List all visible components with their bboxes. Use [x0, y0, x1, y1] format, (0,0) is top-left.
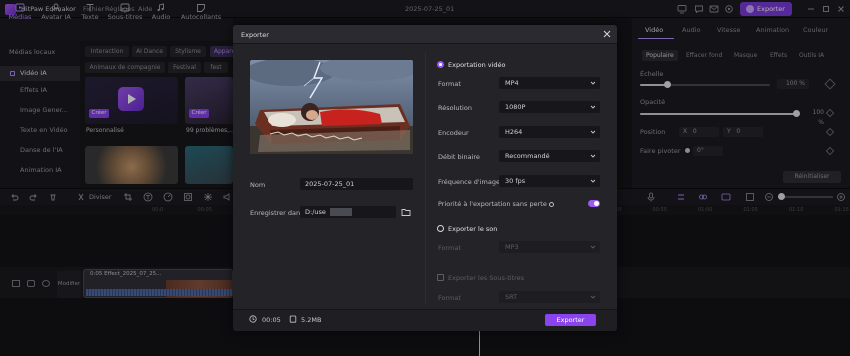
- export-button[interactable]: Exporter: [545, 314, 596, 326]
- video-export-title[interactable]: Exportation vidéo: [448, 61, 506, 69]
- chevron-down-icon: [590, 129, 596, 135]
- encoder-select[interactable]: H264: [499, 126, 600, 138]
- subs-format-select[interactable]: SRT: [499, 291, 600, 303]
- lossless-text: Priorité à l'exportation sans perte: [438, 200, 547, 208]
- chevron-down-icon: [590, 104, 596, 110]
- audio-export-title[interactable]: Exporter le son: [448, 225, 497, 233]
- dialog-close-icon[interactable]: [602, 29, 612, 39]
- framerate-label: Fréquence d'image: [438, 178, 500, 186]
- bitrate-select[interactable]: Recommandé: [499, 150, 600, 162]
- resolution-value: 1080P: [505, 103, 526, 111]
- chevron-down-icon: [590, 244, 596, 250]
- resolution-select[interactable]: 1080P: [499, 101, 600, 113]
- file-size-icon: [289, 315, 297, 323]
- name-label: Nom: [250, 181, 266, 189]
- audio-format-value: MP3: [505, 243, 519, 251]
- dialog-header: [233, 25, 617, 44]
- chevron-down-icon: [590, 80, 596, 86]
- info-icon[interactable]: [548, 201, 554, 207]
- export-file-size: 5.2MB: [301, 316, 322, 324]
- audio-export-radio[interactable]: [437, 225, 444, 232]
- blurred-path: [329, 208, 352, 216]
- chevron-down-icon: [590, 178, 596, 184]
- chevron-down-icon: [590, 153, 596, 159]
- subs-format-label: Format: [438, 294, 461, 302]
- folder-browse-icon[interactable]: [401, 207, 411, 217]
- audio-format-select[interactable]: MP3: [499, 241, 600, 253]
- toggle-knob: [594, 201, 599, 206]
- save-location-input[interactable]: D:/use: [300, 206, 396, 218]
- resolution-label: Résolution: [438, 104, 472, 112]
- video-export-radio[interactable]: [437, 61, 444, 68]
- encoder-value: H264: [505, 128, 523, 136]
- audio-format-label: Format: [438, 244, 461, 252]
- bitrate-label: Débit binaire: [438, 153, 480, 161]
- dialog-divider: [425, 52, 426, 304]
- bitrate-value: Recommandé: [505, 152, 550, 160]
- dialog-title: Exporter: [241, 31, 269, 39]
- framerate-value: 30 fps: [505, 177, 526, 185]
- subs-format-value: SRT: [505, 293, 518, 301]
- lossless-label: Priorité à l'exportation sans perte: [438, 200, 554, 208]
- encoder-label: Encodeur: [438, 129, 469, 137]
- chevron-down-icon: [590, 294, 596, 300]
- format-label: Format: [438, 80, 461, 88]
- framerate-select[interactable]: 30 fps: [499, 175, 600, 187]
- subtitles-export-title[interactable]: Exporter les Sous-titres: [448, 274, 524, 282]
- video-preview: [250, 60, 413, 154]
- save-location-label: Enregistrer dans: [250, 209, 304, 217]
- subtitles-export-checkbox[interactable]: [437, 274, 444, 281]
- name-input[interactable]: 2025-07-25_01: [300, 178, 413, 190]
- clock-icon: [249, 315, 257, 323]
- export-duration: 00:05: [262, 316, 281, 324]
- format-value: MP4: [505, 79, 519, 87]
- format-select[interactable]: MP4: [499, 77, 600, 89]
- save-path-text: D:/use: [305, 208, 326, 216]
